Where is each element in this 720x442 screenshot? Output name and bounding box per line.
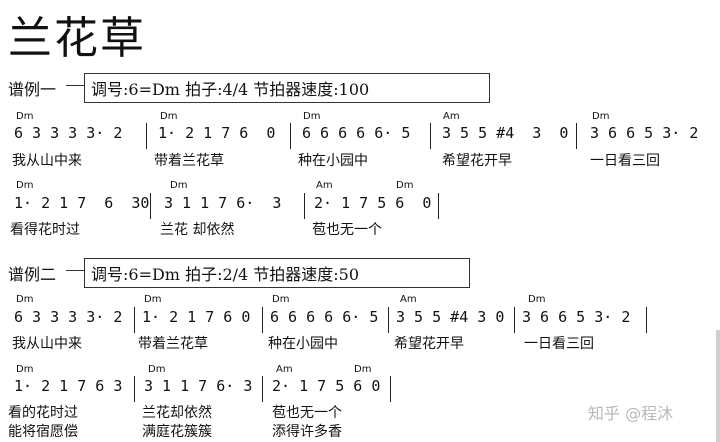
lyric: 看得花时过	[10, 222, 80, 238]
chord: Am	[443, 111, 460, 122]
chord: Dm	[16, 180, 34, 191]
measure-notes: 3 1 1 7 6· 3	[144, 377, 253, 395]
chord: Dm	[592, 111, 610, 122]
lyric: 兰花 却依然	[160, 222, 235, 238]
chord: Am	[276, 364, 293, 375]
measure-notes: 2· 1 7 5 6 0	[272, 377, 381, 395]
chord: Dm	[160, 111, 178, 122]
measure-notes: 6 3 3 3 3· 2	[14, 308, 123, 326]
chord: Dm	[170, 180, 188, 191]
barline	[430, 123, 431, 149]
lyric: 我从山中来	[12, 336, 82, 352]
lyric: 种在小园中	[298, 153, 368, 169]
lyric: 添得许多香	[272, 424, 342, 440]
measure-notes: 1· 2 1 7 6 30	[14, 194, 150, 212]
lyric: 我从山中来	[12, 153, 82, 169]
barline	[146, 123, 147, 149]
barline	[150, 193, 151, 219]
lyric: 看的花时过	[8, 405, 78, 421]
barline	[134, 376, 135, 402]
lyric: 满庭花簇簇	[142, 424, 212, 440]
example2-label: 谱例二	[8, 265, 57, 284]
chord: Dm	[272, 294, 290, 305]
barline	[262, 307, 263, 333]
barline	[390, 376, 391, 402]
edge-divider	[716, 330, 720, 442]
lyric: 带着兰花草	[154, 153, 224, 169]
measure-notes: 6 3 3 3 3· 2	[14, 124, 123, 142]
barline	[304, 193, 305, 219]
chord: Dm	[148, 364, 166, 375]
lyric: 一日看三回	[590, 153, 660, 169]
song-title: 兰花草	[8, 13, 146, 64]
chord: Dm	[303, 111, 321, 122]
measure-notes: 3 5 5 #4 3 0	[396, 308, 505, 326]
measure-notes: 1· 2 1 7 6 0	[142, 308, 251, 326]
measure-notes: 2· 1 7 5 6 0	[314, 194, 432, 212]
barline	[290, 123, 291, 149]
measure-notes: 3 1 1 7 6· 3	[164, 194, 282, 212]
chord: Dm	[16, 294, 34, 305]
lyric: 种在小园中	[268, 336, 338, 352]
watermark: 知乎 @程沐	[588, 404, 674, 423]
measure-notes: 6 6 6 6 6· 5	[270, 308, 379, 326]
chord: Dm	[528, 294, 546, 305]
chord: Dm	[16, 111, 34, 122]
example2-info-box: 调号:6=Dm 拍子:2/4 节拍器速度:50	[84, 258, 470, 288]
chord: Dm	[144, 294, 162, 305]
example2-label-rule	[66, 270, 84, 271]
lyric: 希望花开早	[442, 153, 512, 169]
measure-notes: 6 6 6 6 6· 5	[302, 124, 411, 142]
example1-label: 谱例一	[8, 80, 57, 99]
chord: Dm	[16, 364, 34, 375]
chord: Dm	[354, 364, 372, 375]
lyric: 能将宿愿偿	[8, 424, 78, 440]
barline	[438, 193, 439, 219]
barline	[514, 307, 515, 333]
measure-notes: 1· 2 1 7 6 0	[158, 124, 276, 142]
lyric: 兰花却依然	[142, 405, 212, 421]
lyric: 带着兰花草	[138, 336, 208, 352]
measure-notes: 3 5 5 #4 3 0	[442, 124, 569, 142]
barline	[262, 376, 263, 402]
measure-notes: 3 6 6 5 3· 2	[590, 124, 699, 142]
lyric: 苞也无一个	[312, 222, 382, 238]
measure-notes: 3 6 6 5 3· 2	[522, 308, 631, 326]
barline	[388, 307, 389, 333]
barline	[134, 307, 135, 333]
barline	[576, 123, 577, 149]
chord: Am	[400, 294, 417, 305]
chord: Dm	[396, 180, 414, 191]
lyric: 苞也无一个	[272, 405, 342, 421]
lyric: 一日看三回	[524, 336, 594, 352]
chord: Am	[316, 180, 333, 191]
example1-info-box: 调号:6=Dm 拍子:4/4 节拍器速度:100	[84, 73, 490, 103]
example1-label-rule	[66, 85, 84, 86]
barline	[646, 307, 647, 333]
measure-notes: 1· 2 1 7 6 3	[14, 377, 123, 395]
lyric: 希望花开早	[394, 336, 464, 352]
